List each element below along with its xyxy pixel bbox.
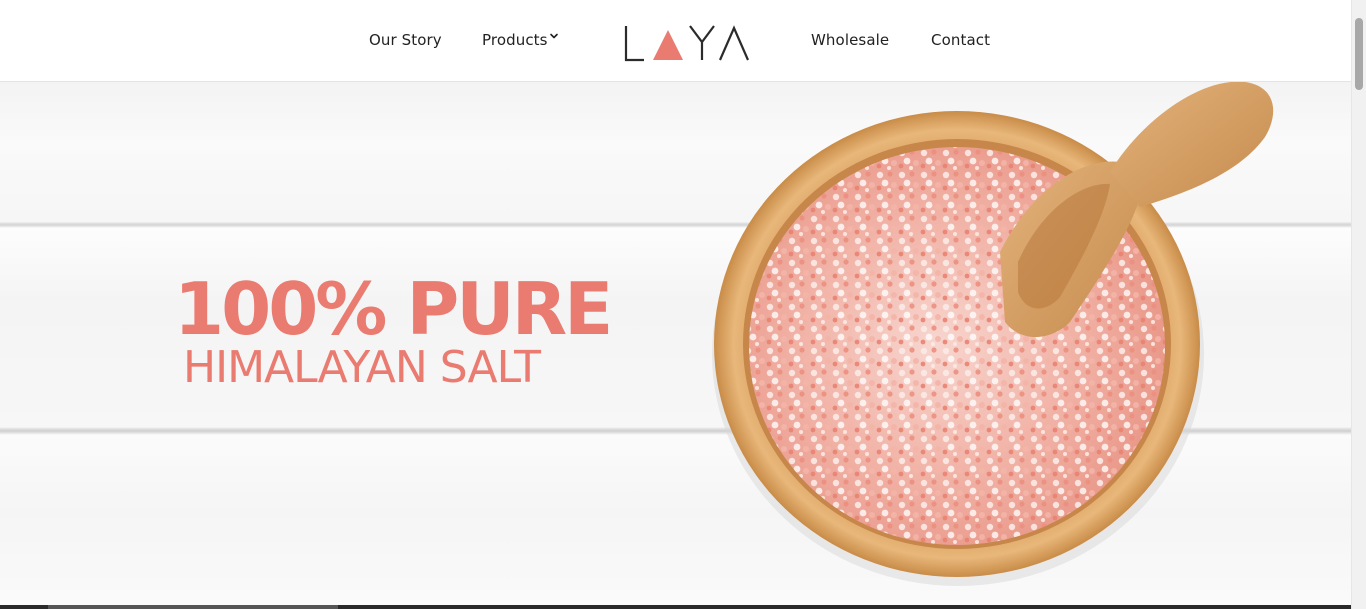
salt-bowl-image <box>712 82 1274 586</box>
nav-contact[interactable]: Contact <box>931 31 990 49</box>
nav-products[interactable]: Products <box>482 31 558 49</box>
hero-headline: 100% PURE <box>174 267 613 351</box>
scrollbar-thumb[interactable] <box>1355 18 1363 90</box>
nav-our-story[interactable]: Our Story <box>369 31 442 49</box>
bottom-strip-accent <box>48 605 338 609</box>
hero-subheadline: HIMALAYAN SALT <box>183 342 541 393</box>
hero-banner: 100% PURE HIMALAYAN SALT <box>0 82 1351 609</box>
nav-wholesale[interactable]: Wholesale <box>811 31 889 49</box>
chevron-down-icon <box>550 33 558 39</box>
nav-products-label: Products <box>482 31 548 49</box>
laya-logo-mark <box>624 25 750 62</box>
site-header: Our Story Products Wholesale Contact <box>0 0 1351 82</box>
laya-logo[interactable] <box>622 24 750 64</box>
scrollbar-track[interactable] <box>1351 0 1366 609</box>
